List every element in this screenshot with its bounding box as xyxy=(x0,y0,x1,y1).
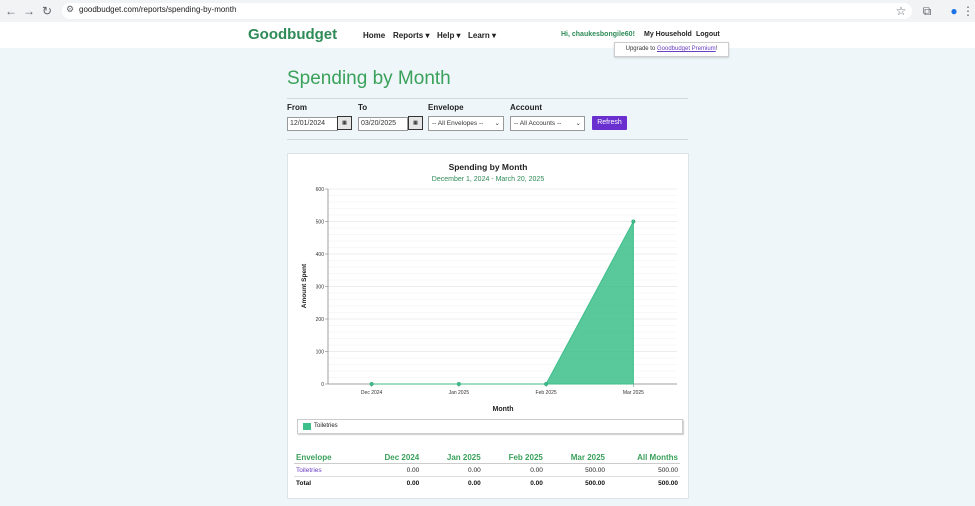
table-row: Toiletries 0.00 0.00 0.00 500.00 500.00 xyxy=(294,463,680,477)
logo[interactable]: Goodbudget xyxy=(248,26,337,43)
url-text: goodbudget.com/reports/spending-by-month xyxy=(79,5,237,14)
to-label: To xyxy=(358,103,368,112)
to-calendar-icon[interactable]: ▦ xyxy=(408,116,423,130)
browser-toolbar: ← → ↻ ⚙ goodbudget.com/reports/spending-… xyxy=(0,0,975,23)
from-date-input[interactable]: 12/01/2024 xyxy=(287,117,338,131)
forward-icon[interactable]: → xyxy=(22,4,36,18)
upgrade-tooltip: Upgrade to Goodbudget Premium! xyxy=(614,42,729,57)
envelope-label: Envelope xyxy=(428,103,464,112)
profile-icon[interactable]: ● xyxy=(947,4,961,18)
table-cell: 0.00 xyxy=(406,479,420,487)
site-navbar: Goodbudget Home Reports ▾ Help ▾ Learn ▾… xyxy=(0,22,975,48)
nav-my-household[interactable]: My Household xyxy=(644,31,692,38)
nav-home[interactable]: Home xyxy=(363,31,385,40)
user-greeting: Hi, chaukesbongile60! xyxy=(561,31,635,38)
premium-link[interactable]: Goodbudget Premium xyxy=(657,46,716,52)
from-calendar-icon[interactable]: ▦ xyxy=(337,116,352,130)
from-label: From xyxy=(287,103,307,112)
table-cell: 0.00 xyxy=(358,463,422,477)
col-header: All Months xyxy=(607,451,680,464)
table-cell: 0.00 xyxy=(482,463,545,477)
chevron-down-icon: ⌄ xyxy=(575,120,581,127)
envelope-link[interactable]: Toiletries xyxy=(294,463,359,477)
table-cell: 0.00 xyxy=(421,463,483,477)
extensions-icon[interactable]: ⧉ xyxy=(920,4,934,18)
summary-table: Envelope Dec 2024 Jan 2025 Feb 2025 Mar … xyxy=(294,451,680,489)
col-header: Mar 2025 xyxy=(544,451,607,464)
nav-reports[interactable]: Reports ▾ xyxy=(393,31,429,40)
nav-help[interactable]: Help ▾ xyxy=(437,31,461,40)
legend-swatch xyxy=(303,423,311,430)
table-cell: 0.00 xyxy=(468,479,481,487)
reload-icon[interactable]: ↻ xyxy=(40,4,54,18)
nav-logout[interactable]: Logout xyxy=(696,31,720,38)
title-divider xyxy=(287,98,688,99)
envelope-select-value: -- All Envelopes -- xyxy=(432,120,484,127)
col-header: Feb 2025 xyxy=(482,451,545,464)
filter-divider xyxy=(287,139,688,140)
table-cell: 500.00 xyxy=(585,479,605,487)
table-cell: 500.00 xyxy=(658,479,678,487)
menu-icon[interactable]: ⋮ xyxy=(961,4,975,18)
bookmark-star-icon[interactable]: ☆ xyxy=(894,4,908,18)
back-icon[interactable]: ← xyxy=(4,4,18,18)
tooltip-suffix: ! xyxy=(715,46,718,52)
legend-label[interactable]: Toiletries xyxy=(314,423,338,429)
table-cell: 500.00 xyxy=(607,463,680,477)
nav-learn[interactable]: Learn ▾ xyxy=(468,31,496,40)
chevron-down-icon: ⌄ xyxy=(494,120,500,127)
table-cell: 500.00 xyxy=(544,463,607,477)
site-settings-icon[interactable]: ⚙ xyxy=(66,4,74,15)
account-select[interactable]: -- All Accounts -- ⌄ xyxy=(510,116,585,131)
refresh-button[interactable]: Refresh xyxy=(592,116,627,130)
tooltip-prefix: Upgrade to xyxy=(625,46,657,52)
col-header: Envelope xyxy=(294,451,359,464)
total-row: Total 0.00 0.00 0.00 500.00 500.00 xyxy=(294,477,680,490)
total-label: Total xyxy=(296,479,312,487)
envelope-select[interactable]: -- All Envelopes -- ⌄ xyxy=(428,116,504,131)
account-label: Account xyxy=(510,103,542,112)
address-bar[interactable]: ⚙ goodbudget.com/reports/spending-by-mon… xyxy=(62,3,912,19)
to-date-input[interactable]: 03/20/2025 xyxy=(358,117,408,131)
table-cell: 0.00 xyxy=(530,479,543,487)
report-card xyxy=(287,153,689,499)
col-header: Dec 2024 xyxy=(358,451,422,464)
chart-legend: Toiletries xyxy=(297,419,683,434)
page-title: Spending by Month xyxy=(287,68,451,89)
account-select-value: -- All Accounts -- xyxy=(514,120,562,127)
col-header: Jan 2025 xyxy=(421,451,483,464)
